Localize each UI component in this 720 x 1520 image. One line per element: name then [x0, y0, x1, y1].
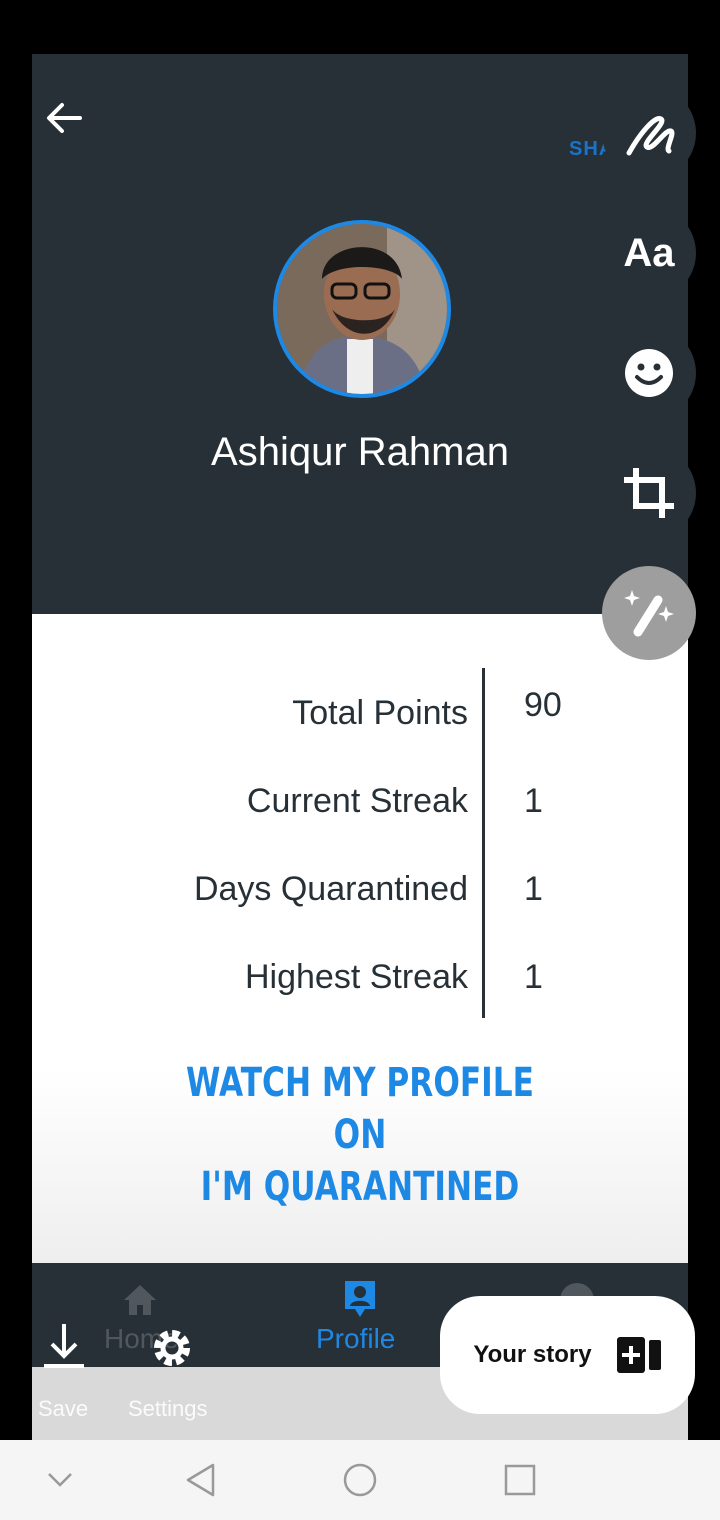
add-to-story-icon	[616, 1337, 661, 1373]
avatar	[273, 220, 451, 398]
stats-divider	[482, 668, 485, 1018]
system-nav-bar	[0, 1440, 720, 1520]
text-tool-icon[interactable]: Aa	[602, 206, 696, 300]
save-download-icon[interactable]	[42, 1322, 86, 1370]
settings-label[interactable]: Settings	[128, 1396, 208, 1422]
your-story-label: Your story	[473, 1341, 592, 1368]
effects-icon[interactable]	[602, 566, 696, 660]
stat-label-days-quarantined: Days Quarantined	[193, 870, 468, 908]
stat-value-current-streak: 1	[524, 782, 543, 820]
save-label[interactable]: Save	[38, 1396, 88, 1422]
stat-label-current-streak: Current Streak	[246, 782, 468, 820]
system-home-icon[interactable]	[342, 1462, 378, 1498]
draw-icon[interactable]	[602, 86, 696, 180]
nav-profile-label[interactable]: Profile	[316, 1323, 395, 1355]
home-icon	[124, 1285, 156, 1315]
sticker-icon[interactable]	[602, 326, 696, 420]
story-canvas: SHARE Ashiqur Rahman Total Points 90 Cur…	[32, 54, 688, 1440]
stat-label-total-points: Total Points	[292, 694, 468, 732]
promo-line-1: WATCH MY PROFILE	[186, 1060, 534, 1106]
your-story-button[interactable]: Your story	[440, 1296, 695, 1414]
profile-header: SHARE Ashiqur Rahman	[32, 54, 688, 614]
stat-value-days-quarantined: 1	[524, 870, 543, 908]
promo-line-3: I'M QUARANTINED	[200, 1164, 520, 1210]
crop-icon[interactable]	[602, 446, 696, 540]
system-recents-icon[interactable]	[504, 1464, 536, 1496]
stat-value-highest-streak: 1	[524, 958, 543, 996]
profile-nav-icon	[345, 1281, 375, 1317]
chevron-down-icon[interactable]	[46, 1470, 74, 1490]
profile-name: Ashiqur Rahman	[211, 430, 509, 474]
system-back-icon[interactable]	[184, 1462, 218, 1498]
settings-gear-icon[interactable]	[148, 1324, 196, 1372]
stats-panel: Total Points 90 Current Streak 1 Days Qu…	[32, 614, 688, 1264]
promo-line-2: ON	[333, 1112, 387, 1158]
stat-label-highest-streak: Highest Streak	[245, 958, 468, 996]
stat-value-total-points: 90	[524, 686, 562, 724]
back-arrow-icon[interactable]	[42, 96, 86, 140]
